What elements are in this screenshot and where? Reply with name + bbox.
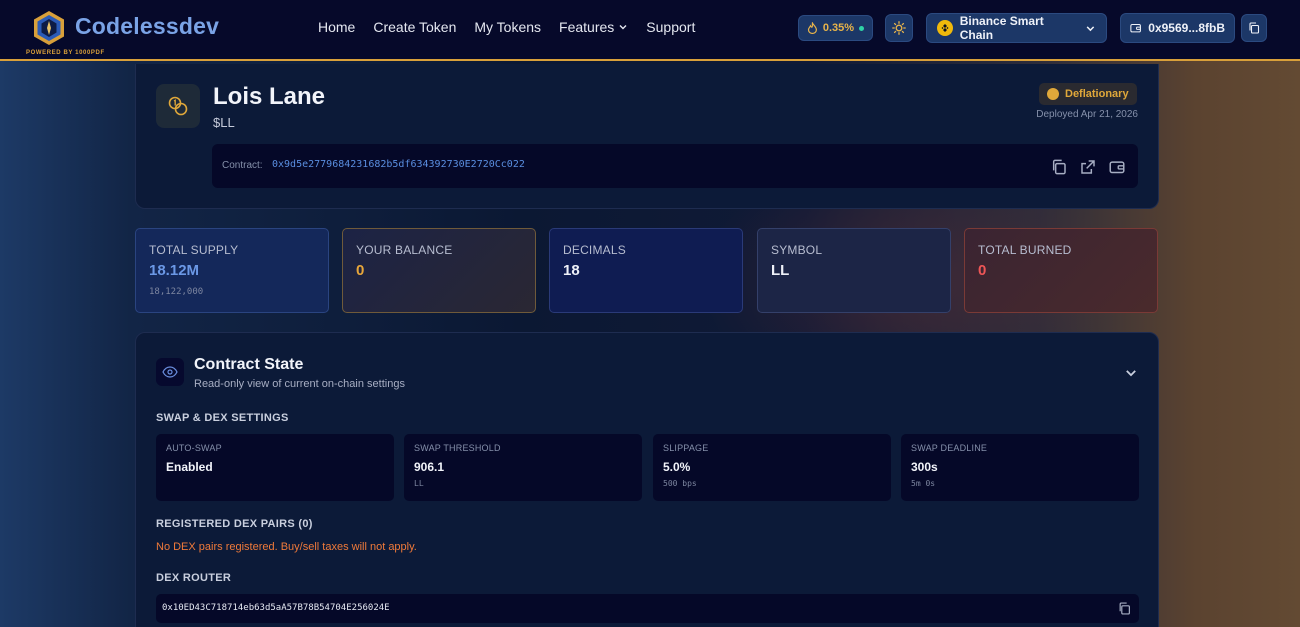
token-header-card: Lois Lane $LL Deflationary Deployed Apr … [135, 64, 1159, 209]
codelessdev-logo-icon[interactable] [32, 10, 66, 46]
main-nav: Home Create Token My Tokens Features Sup… [318, 19, 695, 35]
wallet-address: 0x9569...8fbB [1148, 21, 1225, 35]
section-title: Contract State [194, 356, 304, 373]
sun-icon [892, 21, 906, 35]
fee-percent: 0.35% [822, 22, 855, 34]
theme-toggle-button[interactable] [885, 14, 913, 42]
contract-state-panel: Contract State Read-only view of current… [135, 332, 1159, 627]
chevron-down-icon [1086, 25, 1095, 31]
dex-pairs-warning: No DEX pairs registered. Buy/sell taxes … [156, 541, 417, 553]
wallet-button[interactable]: 0x9569...8fbB [1120, 13, 1235, 43]
stat-label: YOUR BALANCE [356, 243, 453, 257]
setting-auto-swap: AUTO-SWAP Enabled [156, 434, 394, 501]
deployed-date: Deployed Apr 21, 2026 [1036, 109, 1138, 120]
chevron-down-icon[interactable] [1124, 366, 1138, 380]
contract-address-box: Contract: 0x9d5e2779684231682b5df6343927… [212, 144, 1138, 188]
swap-settings-heading: SWAP & DEX SETTINGS [156, 412, 289, 424]
nav-create-token[interactable]: Create Token [373, 19, 456, 35]
setting-slippage: SLIPPAGE 5.0% 500 bps [653, 434, 891, 501]
setting-label: SWAP DEADLINE [911, 443, 988, 453]
status-dot [859, 25, 864, 31]
dex-router-box: 0x10ED43C718714eb63d5aA57B78B54704E25602… [156, 594, 1139, 623]
chevron-down-icon [619, 25, 627, 30]
top-navbar: Codelessdev POWERED BY 1000PDF Home Crea… [0, 0, 1300, 61]
stat-value: 0 [356, 262, 365, 279]
setting-value: 300s [911, 460, 938, 474]
network-selector[interactable]: Binance Smart Chain [926, 13, 1107, 43]
brand-tagline: POWERED BY 1000PDF [26, 50, 105, 56]
brand-name[interactable]: Codelessdev [75, 13, 219, 40]
stat-label: SYMBOL [771, 243, 823, 257]
copy-icon [1249, 22, 1260, 34]
copy-icon[interactable] [1118, 602, 1131, 615]
copy-icon[interactable] [1051, 159, 1067, 175]
router-address[interactable]: 0x10ED43C718714eb63d5aA57B78B54704E25602… [162, 603, 390, 613]
setting-sub: LL [414, 479, 424, 488]
dex-pairs-heading: REGISTERED DEX PAIRS (0) [156, 518, 313, 530]
stat-value: 0 [978, 262, 987, 279]
setting-label: SLIPPAGE [663, 443, 709, 453]
token-type-badge: Deflationary [1039, 83, 1137, 105]
setting-label: SWAP THRESHOLD [414, 443, 501, 453]
setting-value: 906.1 [414, 460, 445, 474]
badge-label: Deflationary [1065, 88, 1129, 100]
wallet-icon[interactable] [1109, 159, 1125, 175]
stat-your-balance: YOUR BALANCE 0 [342, 228, 536, 313]
flame-icon [807, 22, 817, 34]
nav-features-label: Features [559, 19, 615, 35]
network-name: Binance Smart Chain [959, 14, 1044, 42]
stat-value: LL [771, 262, 790, 279]
setting-sub: 5m 0s [911, 479, 936, 488]
stat-symbol: SYMBOL LL [757, 228, 951, 313]
setting-value: 5.0% [663, 460, 691, 474]
setting-label: AUTO-SWAP [166, 443, 222, 453]
token-symbol: $LL [213, 115, 235, 130]
setting-sub: 500 bps [663, 479, 697, 488]
stat-label: TOTAL SUPPLY [149, 243, 239, 257]
stat-label: DECIMALS [563, 243, 626, 257]
nav-support[interactable]: Support [646, 19, 695, 35]
token-name: Lois Lane [213, 83, 326, 110]
stat-value: 18 [563, 262, 580, 279]
eye-icon [156, 358, 184, 386]
setting-value: Enabled [166, 460, 213, 474]
coins-icon [156, 84, 200, 128]
coin-icon [1047, 88, 1059, 100]
stat-sub: 18,122,000 [149, 287, 204, 297]
stat-decimals: DECIMALS 18 [549, 228, 743, 313]
stat-total-supply: TOTAL SUPPLY 18.12M 18,122,000 [135, 228, 329, 313]
copy-address-button[interactable] [1241, 14, 1267, 42]
nav-features[interactable]: Features [559, 19, 628, 35]
dex-router-heading: DEX ROUTER [156, 572, 232, 584]
nav-my-tokens[interactable]: My Tokens [474, 19, 541, 35]
stat-total-burned: TOTAL BURNED 0 [964, 228, 1158, 313]
bnb-chain-icon [937, 20, 953, 36]
contract-label: Contract: [222, 160, 263, 171]
stat-label: TOTAL BURNED [978, 243, 1072, 257]
contract-address[interactable]: 0x9d5e2779684231682b5df634392730E2720Cc0… [272, 159, 525, 170]
stat-value: 18.12M [149, 262, 200, 279]
external-link-icon[interactable] [1080, 159, 1096, 175]
section-subtitle: Read-only view of current on-chain setti… [194, 378, 405, 390]
setting-swap-threshold: SWAP THRESHOLD 906.1 LL [404, 434, 642, 501]
fee-indicator[interactable]: 0.35% [798, 15, 873, 41]
wallet-icon [1130, 24, 1141, 33]
setting-swap-deadline: SWAP DEADLINE 300s 5m 0s [901, 434, 1139, 501]
nav-home[interactable]: Home [318, 19, 355, 35]
